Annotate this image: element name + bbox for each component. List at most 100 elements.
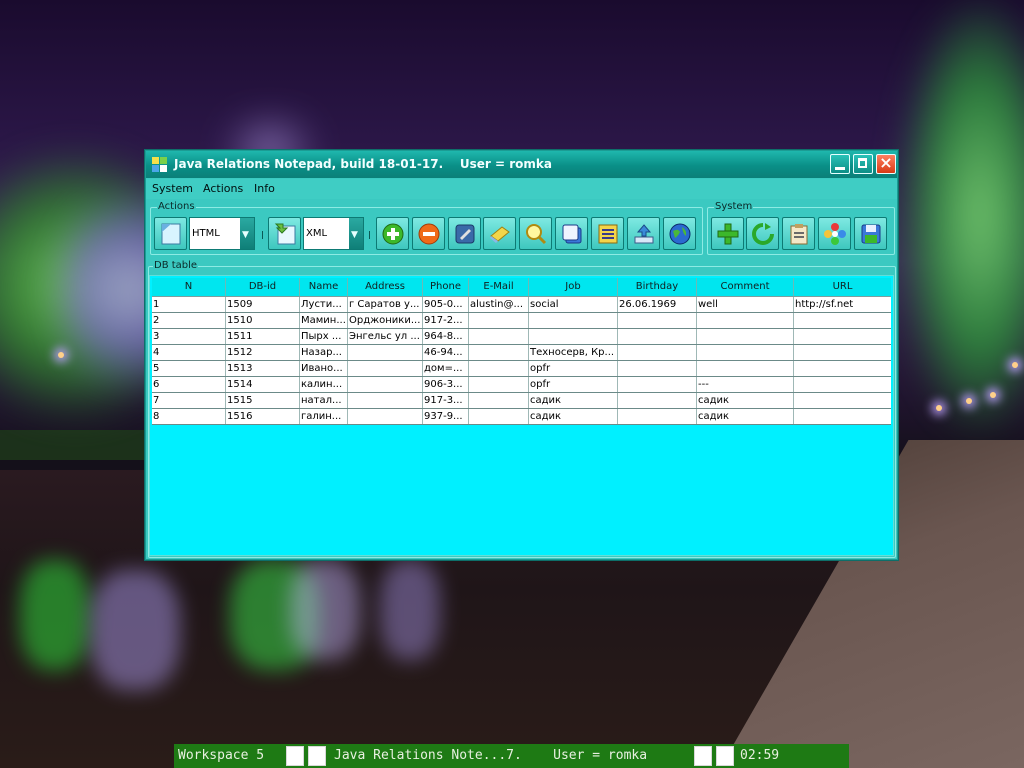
cell-n[interactable]: 1 (152, 297, 226, 312)
taskbar-task[interactable]: Java Relations Note...7. User = romka (334, 748, 647, 763)
table-row[interactable]: 7 1515 натал... 917-3... садик садик (152, 393, 891, 409)
cell-birthday[interactable]: 26.06.1969 (618, 297, 697, 312)
cell-n[interactable]: 3 (152, 329, 226, 344)
cell-job[interactable]: social (529, 297, 618, 312)
cell-job[interactable]: садик (529, 393, 618, 408)
menu-system[interactable]: System (152, 182, 193, 195)
cell-birthday[interactable] (618, 377, 697, 392)
cell-phone[interactable]: 937-9... (423, 409, 469, 424)
cell-db-id[interactable]: 1515 (226, 393, 300, 408)
column-header-address[interactable]: Address (348, 278, 423, 296)
cell-n[interactable]: 8 (152, 409, 226, 424)
column-header-n[interactable]: N (152, 278, 226, 296)
cell-address[interactable]: г Саратов у... (348, 297, 423, 312)
table-row[interactable]: 3 1511 Пырх ... Энгельс ул ... 964-8... (152, 329, 891, 345)
cell-address[interactable] (348, 377, 423, 392)
cell-phone[interactable]: 905-0... (423, 297, 469, 312)
close-button[interactable]: × (876, 153, 896, 174)
column-header-job[interactable]: Job (529, 278, 618, 296)
cell-url[interactable] (794, 329, 891, 344)
cell-url[interactable]: http://sf.net (794, 297, 891, 312)
chevron-down-icon[interactable]: ▼ (240, 218, 254, 249)
cell-job[interactable]: opfr (529, 377, 618, 392)
cell-name[interactable]: калин... (300, 377, 348, 392)
table-row[interactable]: 6 1514 калин... 906-3... opfr --- (152, 377, 891, 393)
system-refresh-button[interactable] (746, 217, 779, 250)
cell-n[interactable]: 6 (152, 377, 226, 392)
cell-n[interactable]: 4 (152, 345, 226, 360)
table-row[interactable]: 5 1513 Ивано... дом=... opfr (152, 361, 891, 377)
db-table[interactable]: N DB-id Name Address Phone E-Mail Job Bi… (149, 275, 894, 556)
menu-actions[interactable]: Actions (203, 182, 243, 195)
cell-db-id[interactable]: 1512 (226, 345, 300, 360)
cell-birthday[interactable] (618, 361, 697, 376)
cell-db-id[interactable]: 1509 (226, 297, 300, 312)
cell-name[interactable]: Мамин... (300, 313, 348, 328)
cell-job[interactable]: садик (529, 409, 618, 424)
table-row[interactable]: 2 1510 Мамин... Орджоники... 917-2... (152, 313, 891, 329)
search-button[interactable] (519, 217, 552, 250)
cell-email[interactable] (469, 345, 529, 360)
remove-record-button[interactable] (412, 217, 445, 250)
cell-email[interactable]: alustin@... (469, 297, 529, 312)
cell-comment[interactable]: --- (697, 377, 794, 392)
cell-db-id[interactable]: 1513 (226, 361, 300, 376)
cell-birthday[interactable] (618, 393, 697, 408)
system-theme-button[interactable] (818, 217, 851, 250)
column-header-db-id[interactable]: DB-id (226, 278, 300, 296)
cell-email[interactable] (469, 409, 529, 424)
cell-comment[interactable]: садик (697, 409, 794, 424)
cell-job[interactable]: Техносерв, Кр... (529, 345, 618, 360)
cell-db-id[interactable]: 1511 (226, 329, 300, 344)
column-header-birthday[interactable]: Birthday (618, 278, 697, 296)
cell-url[interactable] (794, 409, 891, 424)
cell-birthday[interactable] (618, 409, 697, 424)
cell-name[interactable]: натал... (300, 393, 348, 408)
menu-info[interactable]: Info (254, 182, 275, 195)
cell-n[interactable]: 2 (152, 313, 226, 328)
cell-n[interactable]: 7 (152, 393, 226, 408)
cell-address[interactable] (348, 393, 423, 408)
import-button[interactable] (268, 217, 301, 250)
table-row[interactable]: 1 1509 Лусти... г Саратов у... 905-0... alust… (152, 297, 891, 313)
cell-db-id[interactable]: 1514 (226, 377, 300, 392)
cell-phone[interactable]: дом=... (423, 361, 469, 376)
cell-phone[interactable]: 917-3... (423, 393, 469, 408)
cell-phone[interactable]: 906-3... (423, 377, 469, 392)
column-header-email[interactable]: E-Mail (469, 278, 529, 296)
list-button[interactable] (591, 217, 624, 250)
cell-phone[interactable]: 917-2... (423, 313, 469, 328)
cell-name[interactable]: Назар... (300, 345, 348, 360)
cell-address[interactable] (348, 409, 423, 424)
cell-db-id[interactable]: 1516 (226, 409, 300, 424)
cell-url[interactable] (794, 313, 891, 328)
import-format-select[interactable]: XML ▼ (303, 217, 364, 250)
chevron-down-icon[interactable]: ▼ (349, 218, 363, 249)
upload-button[interactable] (627, 217, 660, 250)
cell-job[interactable] (529, 313, 618, 328)
cell-email[interactable] (469, 361, 529, 376)
cell-email[interactable] (469, 329, 529, 344)
taskbar-tray-box[interactable] (694, 746, 712, 766)
web-button[interactable] (663, 217, 696, 250)
system-add-button[interactable] (711, 217, 744, 250)
copy-button[interactable] (555, 217, 588, 250)
table-row[interactable]: 4 1512 Назар... 46-94... Техносерв, Кр... (152, 345, 891, 361)
system-clipboard-button[interactable] (782, 217, 815, 250)
column-header-phone[interactable]: Phone (423, 278, 469, 296)
taskbar-pager-box[interactable] (308, 746, 326, 766)
cell-url[interactable] (794, 377, 891, 392)
column-header-name[interactable]: Name (300, 278, 348, 296)
taskbar-tray-box[interactable] (716, 746, 734, 766)
cell-birthday[interactable] (618, 329, 697, 344)
clear-button[interactable] (483, 217, 516, 250)
add-record-button[interactable] (376, 217, 409, 250)
cell-name[interactable]: Ивано... (300, 361, 348, 376)
cell-birthday[interactable] (618, 345, 697, 360)
cell-name[interactable]: Пырх ... (300, 329, 348, 344)
export-button[interactable] (154, 217, 187, 250)
column-header-comment[interactable]: Comment (697, 278, 794, 296)
cell-name[interactable]: Лусти... (300, 297, 348, 312)
cell-comment[interactable] (697, 329, 794, 344)
cell-url[interactable] (794, 345, 891, 360)
